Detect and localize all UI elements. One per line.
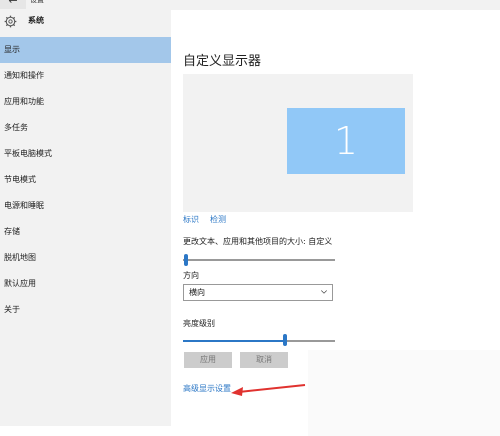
page-title: 自定义显示器 bbox=[183, 54, 262, 69]
sidebar-item-storage[interactable]: 存储 bbox=[0, 219, 171, 245]
apply-button[interactable]: 应用 bbox=[184, 352, 232, 368]
back-button[interactable]: ← bbox=[0, 0, 26, 9]
text-size-label: 更改文本、应用和其他项目的大小: 自定义 bbox=[183, 237, 333, 246]
monitor-tile[interactable]: 1 bbox=[287, 108, 405, 174]
orientation-value: 横向 bbox=[189, 288, 205, 297]
chevron-down-icon bbox=[321, 290, 327, 294]
cancel-button[interactable]: 取消 bbox=[240, 352, 288, 368]
sidebar-item-default-apps[interactable]: 默认应用 bbox=[0, 271, 171, 297]
orientation-dropdown[interactable]: 横向 bbox=[183, 284, 333, 301]
sidebar-item-power-sleep[interactable]: 电源和睡眠 bbox=[0, 193, 171, 219]
sidebar-header: 系统 bbox=[0, 10, 171, 37]
monitor-arrangement-area: 1 bbox=[183, 74, 413, 212]
identify-link[interactable]: 标识 bbox=[183, 214, 199, 225]
brightness-label: 亮度级别 bbox=[183, 319, 215, 328]
faded-overlay bbox=[308, 350, 500, 436]
sidebar-item-offline-maps[interactable]: 脱机地图 bbox=[0, 245, 171, 271]
title-bar: ← 设置 bbox=[0, 0, 500, 10]
sidebar-item-apps-features[interactable]: 应用和功能 bbox=[0, 89, 171, 115]
brightness-slider-fill bbox=[183, 340, 285, 342]
sidebar-header-title: 系统 bbox=[28, 16, 44, 25]
sidebar-item-display[interactable]: 显示 bbox=[0, 37, 171, 63]
detect-link[interactable]: 检测 bbox=[210, 214, 226, 225]
text-size-slider-track bbox=[183, 259, 335, 261]
sidebar-item-multitasking[interactable]: 多任务 bbox=[0, 115, 171, 141]
gear-icon bbox=[4, 15, 17, 28]
brightness-slider-thumb[interactable] bbox=[283, 334, 287, 346]
text-size-slider-thumb[interactable] bbox=[184, 254, 188, 266]
back-arrow-icon: ← bbox=[8, 0, 18, 7]
sidebar-item-battery-saver[interactable]: 节电模式 bbox=[0, 167, 171, 193]
window-title: 设置 bbox=[30, 0, 44, 4]
sidebar: 系统 显示 通知和操作 应用和功能 多任务 平板电脑模式 节电模式 电源和睡眠 … bbox=[0, 10, 171, 426]
sidebar-item-tablet-mode[interactable]: 平板电脑模式 bbox=[0, 141, 171, 167]
sidebar-item-notifications[interactable]: 通知和操作 bbox=[0, 63, 171, 89]
annotation-arrow-icon bbox=[231, 384, 306, 396]
orientation-label: 方向 bbox=[183, 271, 199, 280]
advanced-display-settings-link[interactable]: 高级显示设置 bbox=[183, 383, 231, 394]
main-content: 自定义显示器 1 标识 检测 更改文本、应用和其他项目的大小: 自定义 方向 横… bbox=[171, 10, 500, 436]
monitor-number: 1 bbox=[333, 119, 359, 163]
sidebar-item-about[interactable]: 关于 bbox=[0, 297, 171, 323]
